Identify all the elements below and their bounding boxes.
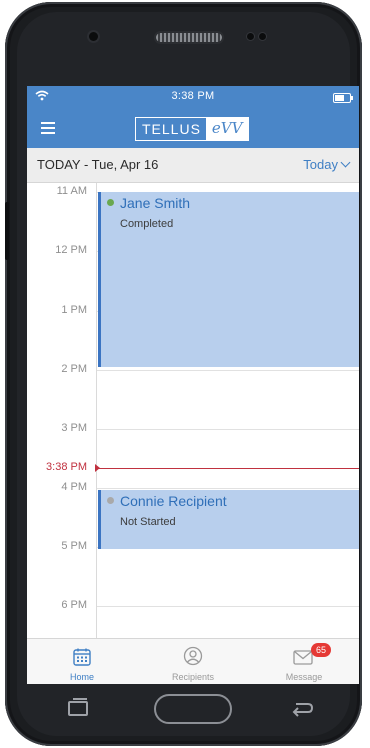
front-camera xyxy=(89,32,98,41)
hour-label: 11 AM xyxy=(56,185,87,197)
light-sensor xyxy=(259,33,266,40)
event-recipient-name: Jane Smith xyxy=(120,195,191,211)
hour-line xyxy=(97,429,359,430)
event-card-jane-smith[interactable]: Jane Smith Completed xyxy=(98,192,359,367)
tab-message[interactable]: 65 Message xyxy=(249,639,359,684)
event-status: Not Started xyxy=(120,516,176,528)
tab-home-label: Home xyxy=(69,672,94,682)
status-bar: 3:38 PM xyxy=(27,86,359,108)
day-calendar[interactable]: 11 AM 12 PM 1 PM 2 PM 3 PM 4 PM 5 PM 6 P… xyxy=(27,183,359,638)
hour-line xyxy=(97,370,359,371)
completed-status-dot xyxy=(107,199,114,206)
hour-label: 6 PM xyxy=(61,599,87,611)
phone-frame: 3:38 PM TELLUS eVV TODAY - Tue, Apr 16 T… xyxy=(5,2,362,746)
not-started-status-dot xyxy=(107,497,114,504)
tab-recipients-label: Recipients xyxy=(171,672,215,682)
menu-icon[interactable] xyxy=(41,122,55,134)
app-screen: 3:38 PM TELLUS eVV TODAY - Tue, Apr 16 T… xyxy=(27,86,359,684)
earpiece-speaker xyxy=(156,33,222,42)
event-card-connie-recipient[interactable]: Connie Recipient Not Started xyxy=(98,490,359,549)
logo-text-left: TELLUS xyxy=(142,121,201,137)
hour-label: 5 PM xyxy=(61,540,87,552)
hour-line xyxy=(97,488,359,489)
back-arrow-icon[interactable] xyxy=(290,700,314,718)
today-button[interactable]: Today xyxy=(303,157,351,172)
hour-label: 1 PM xyxy=(61,304,87,316)
tab-recipients[interactable]: Recipients xyxy=(138,639,248,684)
person-icon xyxy=(183,646,203,666)
battery-icon xyxy=(333,93,353,103)
today-button-label: Today xyxy=(303,157,338,172)
date-title: TODAY - Tue, Apr 16 xyxy=(37,157,159,172)
app-logo: TELLUS eVV xyxy=(135,117,250,141)
tab-home[interactable]: Home xyxy=(27,639,137,684)
hour-label: 3 PM xyxy=(61,422,87,434)
current-time-line xyxy=(97,468,359,469)
event-status: Completed xyxy=(120,218,174,230)
chevron-down-icon xyxy=(340,157,351,168)
home-button[interactable] xyxy=(154,694,232,724)
hour-label: 2 PM xyxy=(61,363,87,375)
side-button xyxy=(5,202,9,260)
message-badge: 65 xyxy=(311,643,331,657)
recent-apps-button[interactable] xyxy=(68,698,88,716)
tab-message-label: Message xyxy=(285,672,323,682)
app-header: TELLUS eVV xyxy=(27,108,359,148)
event-recipient-name: Connie Recipient xyxy=(120,493,227,509)
current-time-marker xyxy=(95,464,100,472)
logo-text-right: eVV xyxy=(205,118,249,140)
hour-line xyxy=(97,606,359,607)
envelope-icon xyxy=(293,650,313,665)
hour-label: 12 PM xyxy=(55,244,87,256)
calendar-icon xyxy=(73,648,91,666)
hour-label: 4 PM xyxy=(61,481,87,493)
current-time-label: 3:38 PM xyxy=(46,461,87,473)
date-bar: TODAY - Tue, Apr 16 Today xyxy=(27,148,359,183)
tab-bar: Home Recipients 65 Message xyxy=(27,638,359,684)
status-time: 3:38 PM xyxy=(171,90,215,102)
proximity-sensor xyxy=(247,33,254,40)
